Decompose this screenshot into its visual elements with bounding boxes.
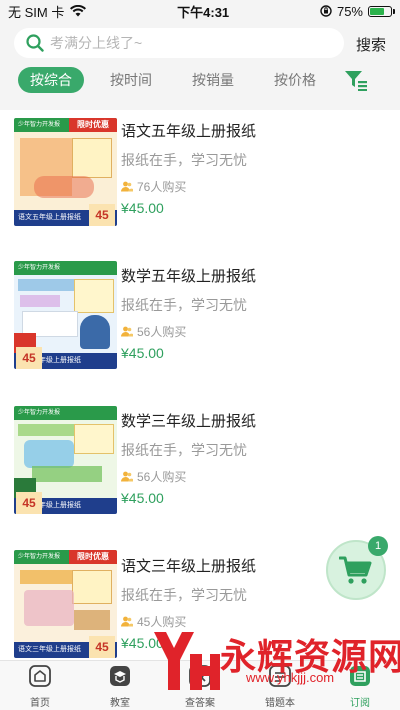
users-icon [121,471,133,482]
cover-top-tag: 少年智力开发报 [18,265,61,271]
sort-tab-comprehensive[interactable]: 按综合 [18,67,84,93]
sort-tab-price[interactable]: 按价格 [274,67,316,93]
classroom-icon [110,666,130,686]
home-icon [29,665,51,687]
product-buyers: 56人购买 [121,323,186,340]
watermark-url: www.yhkjjj.com [246,670,335,685]
product-title: 数学三年级上册报纸 [121,413,257,430]
cover-price: 45 [89,204,115,226]
buyers-count: 76人购买 [137,180,187,194]
product-item[interactable]: 少年智力开发报 数学三年级上册报纸 45 数学三年级上册报纸 报纸在手，学习无忧… [0,400,400,545]
cover-promo: 限时优惠 [69,118,117,132]
search-input[interactable] [50,35,320,51]
product-title: 语文五年级上册报纸 [121,123,257,140]
product-subtitle: 报纸在手，学习无忧 [121,152,247,168]
filter-icon[interactable] [344,69,368,91]
search-icon [26,34,44,52]
product-subtitle: 报纸在手，学习无忧 [121,297,247,313]
cover-price: 45 [16,347,42,369]
product-cover: 少年智力开发报 数学三年级上册报纸 45 [14,406,117,514]
battery-icon [368,5,395,17]
shopping-cart-icon [339,556,372,584]
carrier-label: 无 SIM 卡 [8,4,65,20]
sort-bar: 按综合 按时间 按销量 按价格 [0,67,400,101]
product-title: 数学五年级上册报纸 [121,268,257,285]
wifi-icon [70,5,87,17]
watermark: 永辉资源网 www.yhkjjj.com [150,626,400,710]
users-icon [121,181,133,192]
nav-label: 首页 [30,698,50,709]
nav-label: 教室 [110,698,130,709]
nav-home[interactable]: 首页 [10,665,70,709]
product-buyers: 56人购买 [121,468,186,485]
orientation-lock-icon [320,5,332,17]
clock: 下午4:31 [177,4,230,20]
product-price: ¥45.00 [121,200,164,216]
users-icon [121,616,133,627]
product-subtitle: 报纸在手，学习无忧 [121,442,247,458]
product-subtitle: 报纸在手，学习无忧 [121,587,247,603]
cover-price: 45 [89,636,115,658]
nav-classroom[interactable]: 教室 [90,665,150,709]
product-price: ¥45.00 [121,345,164,361]
watermark-logo-icon [154,632,220,690]
product-cover: 少年智力开发报 数学五年级上册报纸 45 [14,261,117,369]
cover-promo: 限时优惠 [69,550,117,564]
cart-count-badge: 1 [368,536,388,556]
header: 搜索 按综合 按时间 按销量 按价格 [0,22,400,110]
search-bar[interactable] [14,28,344,58]
buyers-count: 56人购买 [137,325,187,339]
status-left: 无 SIM 卡 [8,2,87,21]
product-title: 语文三年级上册报纸 [121,558,257,575]
cart-button[interactable]: 1 [326,536,388,600]
app-screen: 无 SIM 卡 下午4:31 75% 搜索 [0,0,400,710]
product-item[interactable]: 少年智力开发报 限时优惠 语文五年级上册报纸 45 语文五年级上册报纸 报纸在手… [0,110,400,255]
status-bar: 无 SIM 卡 下午4:31 75% [0,0,400,22]
cover-price: 45 [16,492,42,514]
buyers-count: 56人购买 [137,470,187,484]
status-right: 75% [320,3,395,19]
product-cover: 少年智力开发报 限时优惠 语文三年级上册报纸 45 [14,550,117,658]
cover-top-tag: 少年智力开发报 [18,122,61,128]
product-buyers: 76人购买 [121,178,186,195]
cover-top-tag: 少年智力开发报 [18,410,61,416]
sort-tab-time[interactable]: 按时间 [110,67,152,93]
product-price: ¥45.00 [121,490,164,506]
cover-top-tag: 少年智力开发报 [18,554,61,560]
product-item[interactable]: 少年智力开发报 数学五年级上册报纸 45 数学五年级上册报纸 报纸在手，学习无忧… [0,255,400,400]
battery-percent: 75% [336,3,363,19]
users-icon [121,326,133,337]
search-button[interactable]: 搜索 [356,34,386,55]
sort-tab-sales[interactable]: 按销量 [192,67,234,93]
product-cover: 少年智力开发报 限时优惠 语文五年级上册报纸 45 [14,118,117,226]
